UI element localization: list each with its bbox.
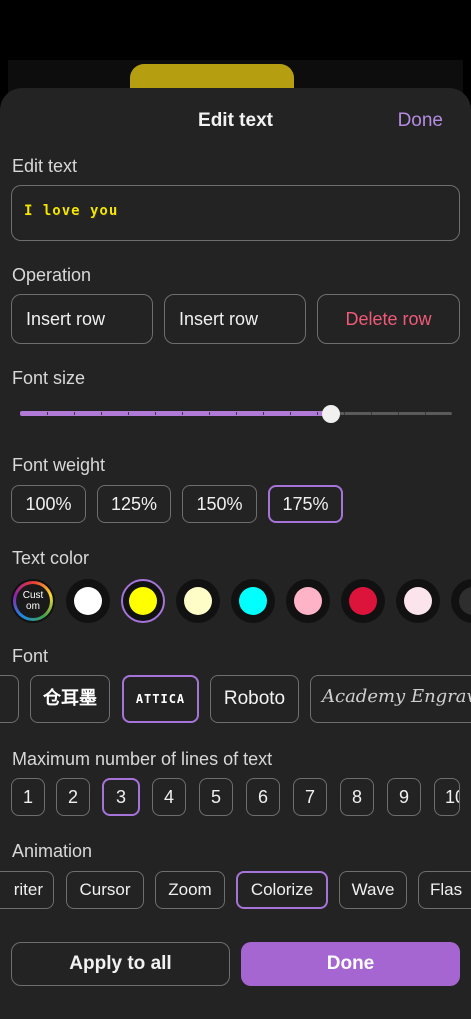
- font-option-roboto-label: Roboto: [223, 688, 286, 709]
- color-swatch-blush[interactable]: [396, 579, 440, 623]
- color-dot: [184, 587, 212, 615]
- slider-fill: [20, 411, 332, 416]
- max-lines-2[interactable]: 2: [56, 778, 90, 816]
- slider-tick: [263, 412, 264, 415]
- color-swatch-pink[interactable]: [286, 579, 330, 623]
- font-weight-100[interactable]: 100%: [11, 485, 86, 523]
- delete-row-button[interactable]: Delete row: [317, 294, 460, 344]
- animation-cursor[interactable]: Cursor: [66, 871, 144, 909]
- slider-tick: [74, 412, 75, 415]
- color-dot: [239, 587, 267, 615]
- slider-thumb[interactable]: [322, 405, 341, 423]
- done-button[interactable]: Done: [241, 942, 460, 986]
- slider-tick: [290, 412, 291, 415]
- color-swatch-crimson[interactable]: [341, 579, 385, 623]
- slider-tick: [155, 412, 156, 415]
- slider-tick: [398, 412, 399, 415]
- slider-tick: [236, 412, 237, 415]
- slider-tick: [101, 412, 102, 415]
- max-lines-1[interactable]: 1: [11, 778, 45, 816]
- edit-text-label: Edit text: [12, 156, 78, 176]
- font-option-cangermo[interactable]: 仓耳墨: [30, 675, 110, 723]
- slider-tick: [425, 412, 426, 415]
- max-lines-7[interactable]: 7: [293, 778, 327, 816]
- font-weight-label: Font weight: [12, 455, 106, 475]
- header-done-button[interactable]: Done: [398, 110, 443, 132]
- slider-tick: [371, 412, 372, 415]
- font-weight-150[interactable]: 150%: [182, 485, 257, 523]
- color-dot: [459, 587, 471, 615]
- animation-flash[interactable]: Flas: [418, 871, 471, 909]
- apply-to-all-button[interactable]: Apply to all: [11, 942, 230, 986]
- slider-tick: [317, 412, 318, 415]
- max-lines-label: Maximum number of lines of text: [12, 749, 273, 769]
- max-lines-8[interactable]: 8: [340, 778, 374, 816]
- animation-label: Animation: [12, 841, 93, 861]
- color-swatch-cream[interactable]: [176, 579, 220, 623]
- font-label: Font: [12, 646, 49, 666]
- operation-label: Operation: [12, 265, 92, 285]
- slider-tick: [209, 412, 210, 415]
- font-option-roboto[interactable]: Roboto: [210, 675, 299, 723]
- max-lines-5[interactable]: 5: [199, 778, 233, 816]
- color-swatch-white[interactable]: [66, 579, 110, 623]
- animation-wave[interactable]: Wave: [339, 871, 407, 909]
- animation-zoom[interactable]: Zoom: [155, 871, 225, 909]
- slider-tick: [128, 412, 129, 415]
- max-lines-6[interactable]: 6: [246, 778, 280, 816]
- sheet-header: Edit text Done: [0, 88, 471, 152]
- max-lines-9[interactable]: 9: [387, 778, 421, 816]
- color-swatch-more[interactable]: [451, 579, 471, 623]
- font-option-attica[interactable]: ATTICA: [122, 675, 199, 723]
- edit-text-value: I love you: [24, 203, 119, 219]
- slider-tick: [344, 412, 345, 415]
- font-size-label: Font size: [12, 368, 86, 388]
- insert-row-above-button[interactable]: Insert row: [11, 294, 153, 344]
- color-swatch-yellow[interactable]: [121, 579, 165, 623]
- text-color-label: Text color: [12, 548, 90, 568]
- font-size-slider[interactable]: [20, 402, 452, 426]
- font-option-cangermo-label: 仓耳墨: [43, 688, 97, 709]
- animation-colorize[interactable]: Colorize: [236, 871, 328, 909]
- max-lines-10[interactable]: 10: [434, 778, 460, 816]
- font-option-partial[interactable]: [0, 675, 19, 723]
- font-weight-175[interactable]: 175%: [268, 485, 343, 523]
- slider-tick: [182, 412, 183, 415]
- color-dot: [404, 587, 432, 615]
- color-dot: [294, 587, 322, 615]
- max-lines-3[interactable]: 3: [102, 778, 140, 816]
- custom-color-label: Cust om: [22, 590, 44, 612]
- edit-text-sheet: Edit text Done Edit text I love you Oper…: [0, 88, 471, 1019]
- animation-typewriter[interactable]: riter: [0, 871, 54, 909]
- color-dot: [129, 587, 157, 615]
- screen: Edit text Done Edit text I love you Oper…: [0, 0, 471, 1019]
- font-weight-125[interactable]: 125%: [97, 485, 171, 523]
- slider-tick: [47, 412, 48, 415]
- insert-row-below-button[interactable]: Insert row: [164, 294, 306, 344]
- font-option-academy-engraved[interactable]: Academy Engraved: [310, 675, 471, 723]
- color-dot: [74, 587, 102, 615]
- font-option-academy-label: Academy Engraved: [322, 686, 471, 707]
- color-swatch-cyan[interactable]: [231, 579, 275, 623]
- color-dot: [349, 587, 377, 615]
- max-lines-4[interactable]: 4: [152, 778, 186, 816]
- edit-text-input[interactable]: I love you: [11, 185, 460, 241]
- custom-color-swatch[interactable]: Cust om: [11, 579, 55, 623]
- font-option-attica-label: ATTICA: [135, 692, 186, 706]
